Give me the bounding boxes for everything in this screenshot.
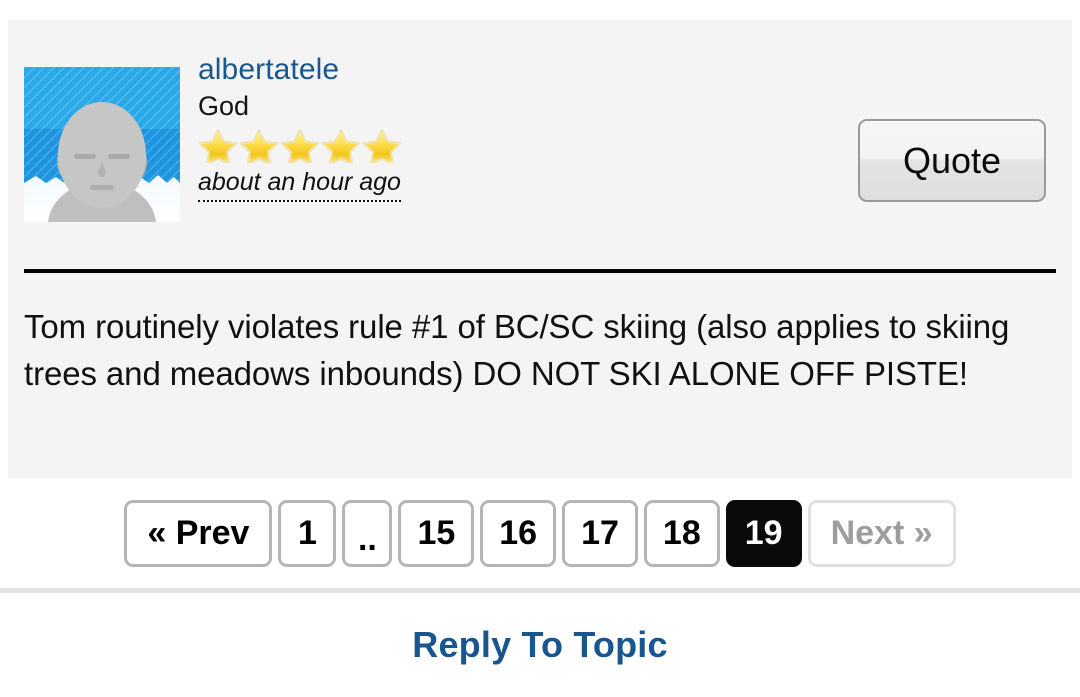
author-username-link[interactable]: albertatele [198, 50, 798, 90]
pagination-page-15[interactable]: 15 [398, 499, 475, 567]
reply-to-topic-link[interactable]: Reply To Topic [412, 624, 667, 666]
author-star-rating [198, 127, 798, 164]
pagination-page-18[interactable]: 18 [643, 499, 720, 567]
pagination-page-19[interactable]: 19 [725, 499, 802, 567]
avatar[interactable] [24, 67, 180, 222]
star-icon [280, 129, 320, 164]
post-divider [24, 269, 1056, 273]
post-identity: albertatele God about an hour ago [198, 50, 798, 202]
post-panel: albertatele God about an hour ago Quote … [0, 20, 1080, 478]
post-body-text: Tom routinely violates rule #1 of BC/SC … [24, 308, 1010, 392]
pagination-page-1[interactable]: 1 [278, 499, 337, 567]
quote-button[interactable]: Quote [858, 119, 1046, 202]
pagination-page-17[interactable]: 17 [562, 499, 638, 567]
pagination-page-16[interactable]: 16 [480, 499, 557, 567]
star-icon [321, 129, 361, 164]
author-rank: God [198, 90, 250, 121]
star-icon [198, 129, 238, 164]
star-icon [362, 129, 402, 164]
reply-zone: Reply To Topic [0, 593, 1080, 697]
pagination-next-button: Next » [807, 499, 956, 567]
star-icon [239, 129, 279, 164]
pagination-ellipsis[interactable]: .. [342, 499, 393, 567]
post-header: albertatele God about an hour ago Quote [8, 20, 1072, 273]
post-timestamp: about an hour ago [198, 167, 401, 202]
pagination-prev-button[interactable]: « Prev [124, 499, 273, 567]
forum-post-page: albertatele God about an hour ago Quote … [0, 0, 1080, 697]
pagination: « Prev 1.. 15 16 17 18 19 Next » [0, 478, 1080, 588]
